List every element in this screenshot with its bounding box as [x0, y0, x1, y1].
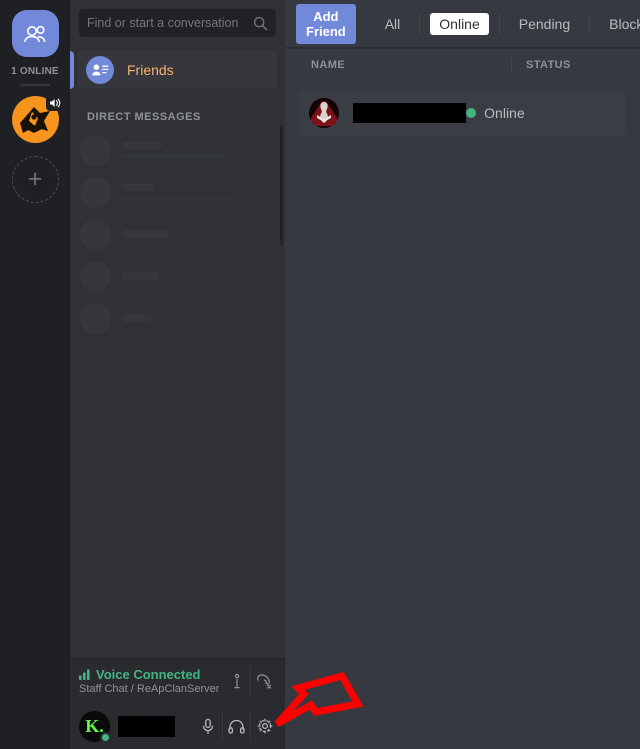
- status-badge: [466, 108, 477, 118]
- voice-buttons: [223, 666, 277, 696]
- avatar[interactable]: K.: [79, 710, 111, 743]
- direct-messages-header[interactable]: DIRECT MESSAGES: [87, 111, 285, 123]
- dm-placeholder-sub: [122, 154, 227, 159]
- friends-toolbar: Add Friend All Online Pending Blocked: [285, 0, 640, 48]
- dm-placeholder-item: [70, 297, 285, 339]
- friends-avatar: [86, 56, 114, 84]
- dm-scroll-area: Friends DIRECT MESSAGES: [70, 45, 285, 658]
- discord-window: 1 ONLINE + Find or start a conversation …: [0, 0, 640, 749]
- dm-placeholder-title: [122, 272, 159, 280]
- search-icon: [253, 16, 268, 30]
- dm-placeholder-text: [122, 141, 227, 159]
- user-panel: K.: [70, 702, 285, 749]
- dm-placeholder-title: [122, 183, 155, 191]
- friend-status-label: Online: [484, 105, 525, 121]
- tab-divider: [498, 12, 500, 35]
- voice-connected-panel: Voice Connected Staff Chat / ReApClanSer…: [70, 658, 285, 702]
- disconnect-call-button[interactable]: [250, 666, 277, 696]
- deafen-headphones-button[interactable]: [222, 711, 250, 741]
- avatar: [309, 98, 339, 128]
- dm-placeholder-avatar: [80, 134, 111, 166]
- dm-placeholder-text: [122, 314, 152, 322]
- friend-avatar-image: [309, 98, 339, 128]
- user-settings-button[interactable]: [250, 711, 278, 741]
- home-button[interactable]: [11, 10, 59, 57]
- search-input[interactable]: Find or start a conversation: [79, 9, 276, 37]
- dm-placeholder-avatar: [80, 176, 111, 208]
- search-area: Find or start a conversation: [70, 0, 285, 45]
- online-count-label: 1 ONLINE: [11, 66, 59, 77]
- ping-icon: [233, 673, 240, 688]
- voice-status-label: Voice Connected: [96, 667, 201, 682]
- dm-placeholder-title: [122, 314, 152, 322]
- dm-placeholder-item: [70, 213, 285, 255]
- tab-divider: [419, 12, 421, 35]
- user-panel-buttons: [194, 711, 278, 741]
- rail-divider: [20, 84, 50, 86]
- dm-placeholder-item: [70, 171, 285, 213]
- dm-placeholder-list: [70, 129, 285, 339]
- speaker-badge: [44, 93, 66, 113]
- ping-button[interactable]: [223, 666, 250, 696]
- voice-status: Voice Connected: [79, 667, 223, 682]
- friends-list-icon: [92, 64, 109, 76]
- dm-placeholder-title: [122, 141, 162, 149]
- table-row[interactable]: Online: [299, 90, 626, 136]
- voice-info: Voice Connected Staff Chat / ReApClanSer…: [79, 667, 223, 695]
- dm-placeholder-sub: [122, 196, 235, 201]
- friends-list-header: NAME STATUS: [285, 48, 640, 82]
- voice-channel-label: Staff Chat / ReApClanServer: [79, 683, 220, 695]
- friends-home-icon: [24, 25, 46, 42]
- add-server-button[interactable]: +: [11, 156, 59, 203]
- sidebar-item-friends[interactable]: Friends: [78, 51, 277, 89]
- headphones-icon: [228, 719, 245, 734]
- settings-gear-icon: [257, 718, 272, 734]
- signal-bars-icon: [79, 669, 90, 680]
- dm-placeholder-text: [122, 183, 235, 201]
- friend-status: Online: [466, 105, 616, 121]
- dm-placeholder-text: [122, 272, 159, 280]
- sidebar-item-friends-label: Friends: [127, 62, 174, 78]
- add-friend-button[interactable]: Add Friend: [296, 3, 356, 44]
- tab-blocked[interactable]: Blocked: [600, 13, 640, 35]
- tab-divider: [589, 12, 591, 35]
- main-content: Add Friend All Online Pending Blocked NAME …: [285, 0, 640, 749]
- dm-sidebar: Find or start a conversation Friends DIR…: [70, 0, 285, 749]
- dm-scrollbar[interactable]: [280, 125, 283, 245]
- user-status-dot: [100, 731, 111, 743]
- dm-placeholder-avatar: [80, 302, 111, 334]
- column-header-status: STATUS: [511, 56, 571, 73]
- tab-all[interactable]: All: [376, 13, 410, 35]
- tab-online[interactable]: Online: [430, 12, 489, 35]
- dm-placeholder-text: [122, 230, 170, 238]
- dm-placeholder-item: [70, 255, 285, 297]
- server-rail: 1 ONLINE +: [0, 0, 70, 749]
- disconnect-call-icon: [256, 674, 271, 689]
- dm-placeholder-item: [70, 129, 285, 171]
- friends-list: Online: [285, 82, 640, 136]
- friend-name-redacted: [353, 103, 467, 123]
- mute-microphone-button[interactable]: [194, 711, 222, 741]
- username-redacted: [118, 715, 175, 737]
- dm-placeholder-avatar: [80, 260, 111, 292]
- search-placeholder: Find or start a conversation: [87, 16, 239, 30]
- tab-pending[interactable]: Pending: [510, 13, 579, 35]
- speaker-icon: [45, 95, 64, 111]
- dm-placeholder-avatar: [80, 218, 111, 250]
- column-header-name: NAME: [311, 58, 345, 71]
- friends-tabs: All Online Pending Blocked: [376, 12, 640, 35]
- dm-placeholder-title: [122, 230, 170, 238]
- server-item-wrap: [11, 95, 64, 143]
- microphone-icon: [202, 718, 214, 734]
